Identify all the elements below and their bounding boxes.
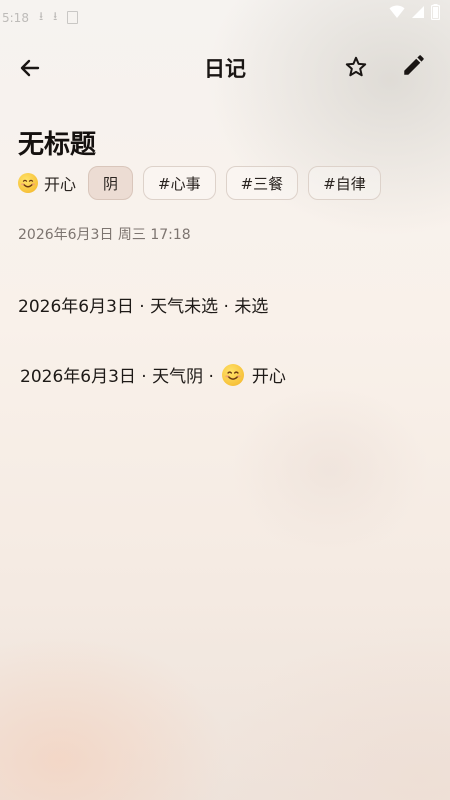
page-title: 日记 [204, 57, 246, 81]
pencil-icon [404, 55, 424, 75]
weather-chip[interactable]: 阴 [88, 166, 134, 200]
status-right [389, 4, 440, 20]
tag-chip-2[interactable]: #三餐 [225, 166, 299, 200]
status-left: 5:18 ⭳ ⭳ [2, 7, 79, 28]
sd-card-icon [67, 11, 79, 24]
favorite-button[interactable] [340, 51, 372, 83]
signal-icon [412, 6, 424, 18]
body-line-2-text: 2026年6月3日 · 天气阴 · [20, 367, 214, 387]
status-time: 5:18 [2, 10, 29, 25]
body-line-2-mood: 开心 [251, 367, 286, 387]
smiling-face-icon [18, 173, 38, 193]
tag-chip-3[interactable]: #自律 [308, 166, 381, 200]
tag-chip-1[interactable]: #心事 [143, 166, 216, 200]
body-line-1-text: 2026年6月3日 · 天气未选 · 未选 [18, 297, 269, 317]
smiling-face-icon-body [221, 363, 244, 386]
entry-title: 无标题 [18, 130, 97, 160]
wifi-icon [389, 5, 405, 18]
download-icon-2: ⭳ [53, 9, 58, 23]
battery-icon [431, 4, 440, 20]
meta-row: 开心 阴 #心事 #三餐 #自律 [18, 166, 381, 200]
status-bar: 5:18 ⭳ ⭳ [0, 0, 450, 30]
entry-datetime: 2026年6月3日 周三 17:18 [18, 227, 191, 243]
body-line-1: 2026年6月3日 · 天气未选 · 未选 [18, 292, 268, 317]
app-bar: 日记 [0, 40, 450, 94]
body-line-2: 2026年6月3日 · 天气阴 · 开心 [20, 362, 286, 387]
star-outline-icon [345, 56, 367, 77]
edit-button[interactable] [398, 49, 430, 81]
download-icon: ⭳ [38, 9, 44, 23]
mood-label: 开心 [44, 175, 77, 194]
mood-indicator: 开心 [18, 171, 76, 195]
